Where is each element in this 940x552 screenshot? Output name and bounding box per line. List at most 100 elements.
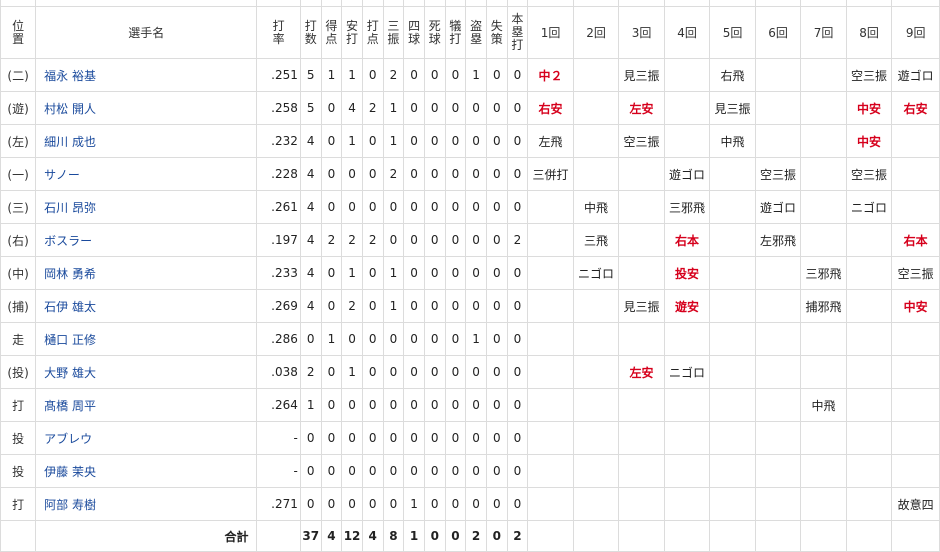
player-stat: 2 xyxy=(361,223,384,257)
player-stat: 0 xyxy=(506,487,529,521)
inning-result: 中安 xyxy=(845,91,893,125)
inning-result xyxy=(709,322,756,356)
player-name-link[interactable]: 阿部 寿樹 xyxy=(35,487,258,521)
header-stat-char: 数 xyxy=(304,31,317,46)
total-stat: 2 xyxy=(506,520,529,552)
player-stat: 0 xyxy=(361,487,384,521)
player-avg: .269 xyxy=(256,289,301,323)
player-stat: 1 xyxy=(341,256,363,290)
inning-result xyxy=(800,487,847,521)
header-stat-text: 死球 xyxy=(429,19,441,46)
player-stat: 1 xyxy=(320,58,343,92)
header-avg: 打率 xyxy=(256,6,301,59)
player-stat: 2 xyxy=(341,223,363,257)
header-inning: 9回 xyxy=(891,6,940,59)
player-name-link[interactable]: アブレウ xyxy=(35,421,258,455)
inning-result xyxy=(709,487,756,521)
inning-result xyxy=(709,256,756,290)
player-stat: 0 xyxy=(465,487,487,521)
player-row: (投) 大野 雄大 .038 2 0 1 0 0 0 0 0 0 0 0 左安 ニゴロ xyxy=(0,355,940,389)
player-stat: 1 xyxy=(465,322,487,356)
header-row: 位置選手名打率打数得点安打打点三振四球死球犠打盗塁失策本塁打 1回 2回 3回 4回 5回… xyxy=(0,6,940,59)
total-blank xyxy=(0,520,37,552)
player-name-link[interactable]: 福永 裕基 xyxy=(35,58,258,92)
player-stat: 1 xyxy=(465,58,487,92)
total-stat: 8 xyxy=(382,520,405,552)
player-name-link[interactable]: サノー xyxy=(35,157,258,191)
player-row: (中) 岡林 勇希 .233 4 0 1 0 1 0 0 0 0 0 0 ニゴロ 投安 三邪飛 空三振 xyxy=(0,256,940,290)
player-stat: 0 xyxy=(423,388,446,422)
player-position: 打 xyxy=(0,388,37,422)
player-stat: 1 xyxy=(382,124,405,158)
player-avg: .261 xyxy=(256,190,301,224)
player-position: 投 xyxy=(0,454,37,488)
player-stat: 4 xyxy=(299,289,322,323)
inning-result xyxy=(891,421,940,455)
player-name-link[interactable]: 石川 昂弥 xyxy=(35,190,258,224)
player-name-link[interactable]: 村松 開人 xyxy=(35,91,258,125)
player-name-link[interactable]: 樋口 正修 xyxy=(35,322,258,356)
player-stat: 4 xyxy=(299,190,322,224)
player-name-link[interactable]: 大野 雄大 xyxy=(35,355,258,389)
header-position: 位置 xyxy=(0,6,37,59)
player-name-link[interactable]: 細川 成也 xyxy=(35,124,258,158)
player-stat: 0 xyxy=(382,190,405,224)
player-stat: 0 xyxy=(361,388,384,422)
inning-result: 故意四 xyxy=(891,487,940,521)
player-stat: 0 xyxy=(465,91,487,125)
player-stat: 0 xyxy=(465,388,487,422)
player-position: (投) xyxy=(0,355,37,389)
header-stat-text: 四球 xyxy=(408,19,420,46)
inning-result xyxy=(527,289,574,323)
player-stat: 0 xyxy=(361,421,384,455)
header-stat-text: 得点 xyxy=(325,19,337,46)
player-name-link[interactable]: 髙橋 周平 xyxy=(35,388,258,422)
inning-result xyxy=(754,256,802,290)
header-stat-text: 打数 xyxy=(304,19,317,46)
player-stat: 0 xyxy=(444,322,467,356)
player-stat: 0 xyxy=(465,256,487,290)
player-stat: 0 xyxy=(403,454,425,488)
inning-result: 中安 xyxy=(891,289,940,323)
header-stat: 本塁打 xyxy=(506,6,529,59)
inning-result: 右本 xyxy=(891,223,940,257)
player-stat: 0 xyxy=(382,355,405,389)
inning-result xyxy=(618,454,665,488)
player-stat: 1 xyxy=(320,322,343,356)
inning-result xyxy=(845,256,893,290)
player-stat: 0 xyxy=(320,421,343,455)
inning-result xyxy=(754,487,802,521)
player-stat: 0 xyxy=(299,322,322,356)
inning-result xyxy=(800,58,847,92)
player-stat: 0 xyxy=(320,487,343,521)
player-stat: 0 xyxy=(403,289,425,323)
player-stat: 0 xyxy=(382,454,405,488)
player-name-link[interactable]: 石伊 雄太 xyxy=(35,289,258,323)
player-stat: 0 xyxy=(506,388,529,422)
player-position: (左) xyxy=(0,124,37,158)
batting-stats-table: 位置選手名打率打数得点安打打点三振四球死球犠打盗塁失策本塁打 1回 2回 3回 4回 5回… xyxy=(0,0,940,552)
player-stat: 0 xyxy=(382,223,405,257)
player-stat: 0 xyxy=(423,487,446,521)
player-name-link[interactable]: 伊藤 茉央 xyxy=(35,454,258,488)
player-stat: 0 xyxy=(382,421,405,455)
inning-result xyxy=(709,289,756,323)
header-avg-text: 打率 xyxy=(273,19,285,46)
inning-result xyxy=(709,355,756,389)
inning-result: 空三振 xyxy=(845,157,893,191)
header-stat-char: 失 xyxy=(490,18,503,33)
inning-result xyxy=(845,421,893,455)
total-stat: 12 xyxy=(341,520,363,552)
inning-result xyxy=(754,388,802,422)
player-stat: 0 xyxy=(341,388,363,422)
inning-result xyxy=(709,388,756,422)
player-position: (三) xyxy=(0,190,37,224)
inning-result: 中飛 xyxy=(709,124,756,158)
player-stat: 0 xyxy=(320,190,343,224)
inning-result xyxy=(618,223,665,257)
inning-result xyxy=(618,256,665,290)
player-name-link[interactable]: 岡林 勇希 xyxy=(35,256,258,290)
player-stat: 1 xyxy=(341,124,363,158)
header-stat-text: 本塁打 xyxy=(511,13,523,52)
player-name-link[interactable]: ボスラー xyxy=(35,223,258,257)
